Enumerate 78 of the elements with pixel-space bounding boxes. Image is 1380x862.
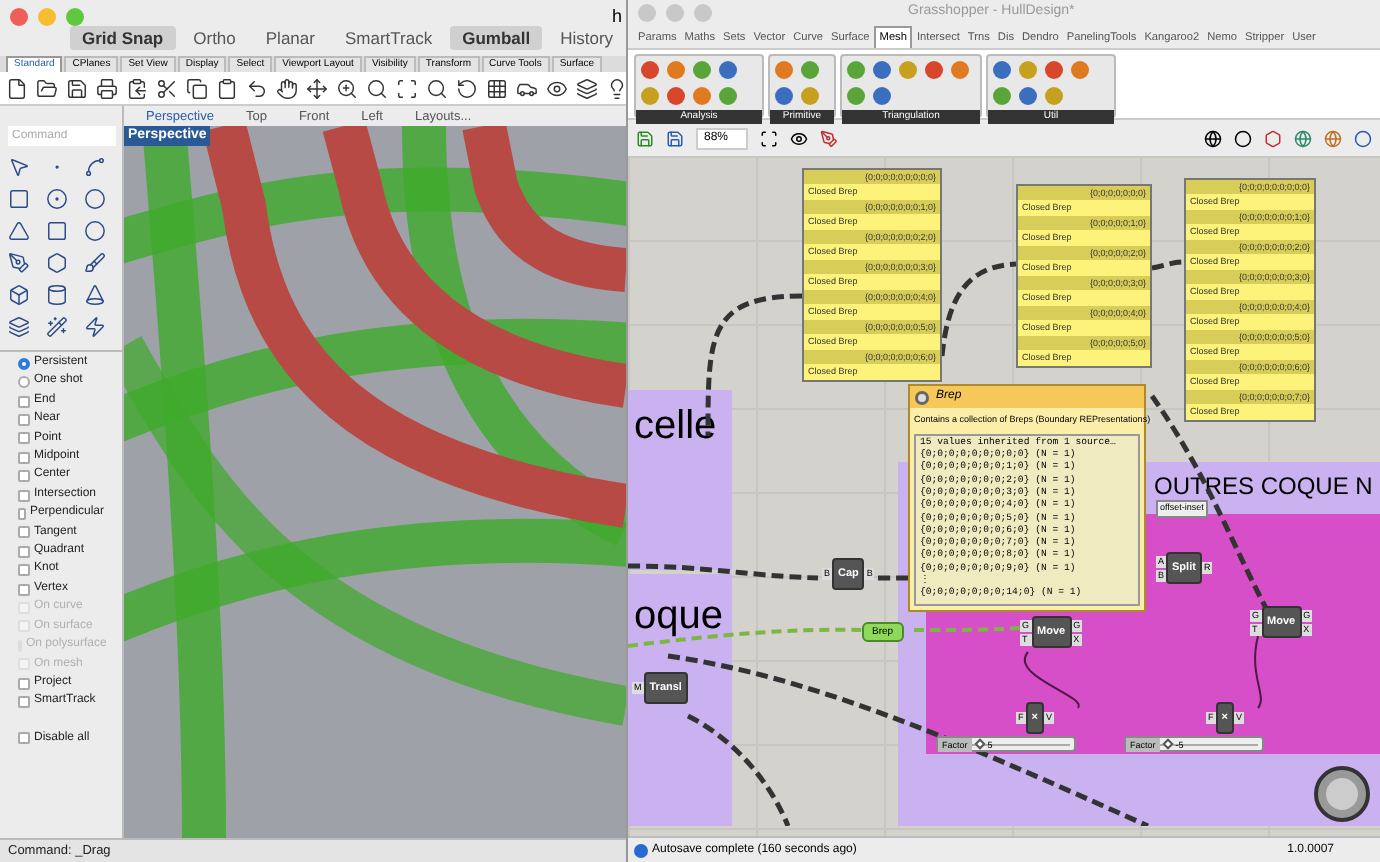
checkbox[interactable] [18,395,30,408]
checkbox[interactable] [18,526,30,539]
rotate-icon[interactable] [456,77,478,99]
paste-icon[interactable] [216,77,238,99]
layers-icon[interactable] [576,77,598,99]
brush-icon[interactable] [84,252,106,274]
slider-thumb[interactable] [1162,738,1175,750]
snap-toggle[interactable]: Ortho [181,26,248,50]
param-icon [914,389,930,405]
snap-toggle[interactable]: Grid Snap [70,26,176,50]
checkbox[interactable] [18,489,30,502]
save-icon[interactable] [66,77,88,99]
snap-toggle[interactable]: Planar [253,26,327,50]
spark-icon[interactable] [84,316,106,338]
hand-icon[interactable] [276,77,298,99]
radio-button[interactable] [18,376,30,389]
grid-icon[interactable] [486,77,508,99]
search-icon[interactable] [366,77,388,99]
circle-icon[interactable] [46,188,68,210]
pen-icon[interactable] [820,129,838,147]
checkbox[interactable] [18,732,30,745]
cone-icon[interactable] [84,284,106,306]
checkbox[interactable] [18,413,30,426]
pen-icon[interactable] [8,252,30,274]
window-title: h [611,4,622,30]
frame-icon[interactable] [396,77,418,99]
snap-toggle[interactable]: History [548,26,626,50]
lightbulb-icon[interactable] [606,77,628,99]
search-icon[interactable] [426,77,448,99]
canvas[interactable] [628,156,1380,836]
hexagon-icon[interactable] [1264,129,1282,147]
save-icon[interactable] [666,129,684,147]
checkbox[interactable] [18,432,30,445]
cut-icon[interactable] [156,77,178,99]
wand-icon[interactable] [46,316,68,338]
checkbox[interactable] [18,470,30,483]
group-title: oque [634,592,723,642]
group-title: OUTRES COQUE N [1154,470,1373,503]
info-icon [634,843,648,857]
wire [914,626,1021,632]
sphere-icon[interactable] [1234,129,1252,147]
checkbox[interactable] [18,451,30,464]
undo-icon[interactable] [246,77,268,99]
document-icon[interactable] [6,77,28,99]
checkbox[interactable] [18,696,30,709]
checkbox[interactable] [18,507,26,520]
polyline-icon[interactable] [84,156,106,178]
snap-toggle[interactable]: SmartTrack [332,26,445,50]
snap-toggle[interactable]: Gumball [450,26,543,50]
radio-button[interactable] [18,357,30,370]
wire [1254,635,1262,709]
slider-thumb[interactable] [974,738,987,750]
data-panel[interactable] [802,168,942,382]
group-title: celle [634,402,717,452]
copy-icon[interactable] [186,77,208,99]
layers-icon[interactable] [8,316,30,338]
rectangle-icon[interactable] [46,220,68,242]
box-icon[interactable] [8,284,30,306]
printer-icon[interactable] [96,77,118,99]
cylinder-icon[interactable] [46,284,68,306]
checkbox[interactable] [18,583,30,596]
checkbox[interactable] [18,545,30,558]
globe-icon[interactable] [1204,129,1222,147]
surface-icon[interactable] [46,252,68,274]
move-icon[interactable] [306,77,328,99]
eye-icon[interactable] [546,77,568,99]
zoom-icon[interactable] [336,77,358,99]
rectangle-icon[interactable] [8,188,30,210]
checkbox[interactable] [18,564,30,577]
frame-icon[interactable] [760,129,778,147]
pointer-icon[interactable] [8,156,30,178]
eye-icon[interactable] [790,129,808,147]
wire [939,261,1017,357]
clipboard-icon[interactable] [126,77,148,99]
data-panel[interactable] [1184,178,1316,422]
wire [1151,259,1185,271]
checkbox[interactable] [18,677,30,690]
folder-icon[interactable] [36,77,58,99]
